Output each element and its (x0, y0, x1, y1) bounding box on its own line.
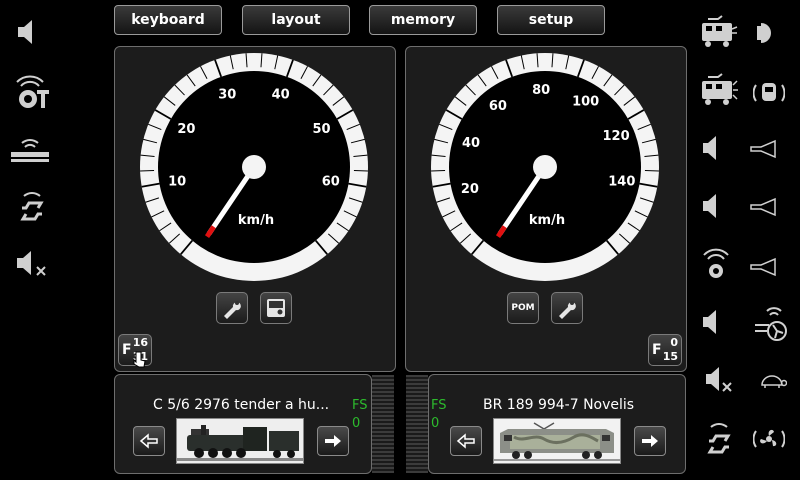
gauge-tick-label: 50 (313, 122, 331, 137)
horn-icon[interactable] (748, 136, 778, 162)
gauge-tick-label: 20 (177, 122, 195, 137)
arrow-right-icon (325, 435, 341, 447)
gauge-tick-label: 140 (608, 175, 635, 190)
light-icon[interactable] (752, 18, 782, 48)
locomotive-light-icon[interactable] (697, 14, 739, 50)
wrench-button[interactable] (216, 292, 248, 324)
gauge-tick-label: 80 (532, 83, 550, 98)
wrench-button[interactable] (551, 292, 583, 324)
gauge-hub (533, 155, 557, 179)
keyboard-button[interactable]: keyboard (114, 5, 222, 35)
function-letter: F (122, 342, 132, 358)
loco-name-left[interactable]: C 5/6 2976 tender a hu... (153, 397, 329, 413)
fan-icon[interactable] (750, 304, 790, 344)
pom-button[interactable]: POM (507, 292, 539, 324)
mute-icon[interactable] (14, 248, 50, 280)
turntable-icon[interactable] (8, 70, 52, 112)
horn-icon[interactable] (748, 254, 778, 280)
gauge-tick-label: 20 (461, 182, 479, 197)
display-icon (267, 299, 285, 317)
function-group-button-right[interactable]: F 0 15 (648, 334, 682, 366)
wrench-icon (559, 301, 576, 319)
gauge-tick-label: 60 (322, 175, 340, 190)
gauge-tick-label: 100 (572, 94, 599, 109)
steam-locomotive-image (177, 419, 303, 463)
gauge-unit-label: km/h (529, 213, 565, 228)
next-loco-button-right[interactable] (634, 426, 666, 456)
loco-name-right[interactable]: BR 189 994-7 Novelis (483, 397, 634, 413)
memory-button[interactable]: memory (369, 5, 477, 35)
gauge-tick-label: 40 (462, 136, 480, 151)
function-letter: F (652, 342, 662, 358)
speaker-icon[interactable] (10, 16, 46, 48)
cursor-icon (132, 350, 146, 368)
sync-icon[interactable] (14, 190, 50, 226)
loco-image-left[interactable] (176, 418, 304, 464)
gauge-tick-label: 60 (489, 99, 507, 114)
sound-wave-icon[interactable] (698, 246, 734, 282)
mute-icon[interactable] (704, 364, 736, 396)
fs-label-left: FS (352, 398, 368, 413)
speedometer-left[interactable]: 10 20 30 40 50 60 km/h (139, 52, 369, 282)
next-loco-button-left[interactable] (317, 426, 349, 456)
function-range-top: 16 (132, 336, 148, 349)
arrow-right-icon (642, 435, 658, 447)
speed-slider-right[interactable] (406, 375, 428, 473)
loco-image-right[interactable] (493, 418, 621, 464)
prev-loco-button-left[interactable] (133, 426, 165, 456)
speaker-icon[interactable] (700, 132, 722, 164)
speaker-icon[interactable] (700, 190, 722, 222)
wifi-router-icon[interactable] (8, 134, 52, 166)
fan-spin-icon[interactable] (752, 424, 786, 454)
turtle-icon[interactable] (758, 370, 788, 392)
fs-value-right: 0 (431, 416, 440, 431)
electric-locomotive-image (494, 419, 620, 463)
gauge-hub (242, 155, 266, 179)
display-button[interactable] (260, 292, 292, 324)
horn-icon[interactable] (748, 194, 778, 220)
prev-loco-button-right[interactable] (450, 426, 482, 456)
wrench-icon (224, 301, 241, 319)
layout-button[interactable]: layout (242, 5, 350, 35)
speedometer-right[interactable]: 20 40 60 80 100 120 140 km/h (430, 52, 660, 282)
arrow-left-icon (456, 433, 475, 449)
gauge-tick-label: 30 (218, 88, 236, 103)
locomotive-horn-icon[interactable] (697, 72, 739, 108)
sync-icon[interactable] (702, 420, 736, 460)
fs-label-right: FS (431, 398, 447, 413)
speaker-icon[interactable] (700, 306, 722, 338)
speed-slider-left[interactable] (372, 375, 394, 473)
fs-value-left: 0 (352, 416, 361, 431)
function-range-top: 0 (670, 336, 678, 349)
gauge-tick-label: 10 (168, 175, 186, 190)
cab-icon[interactable] (752, 76, 786, 108)
gauge-tick-label: 120 (603, 129, 630, 144)
gauge-unit-label: km/h (238, 213, 274, 228)
setup-button[interactable]: setup (497, 5, 605, 35)
function-range-bottom: 15 (662, 350, 678, 363)
gauge-tick-label: 40 (272, 88, 290, 103)
arrow-left-icon (139, 433, 158, 449)
